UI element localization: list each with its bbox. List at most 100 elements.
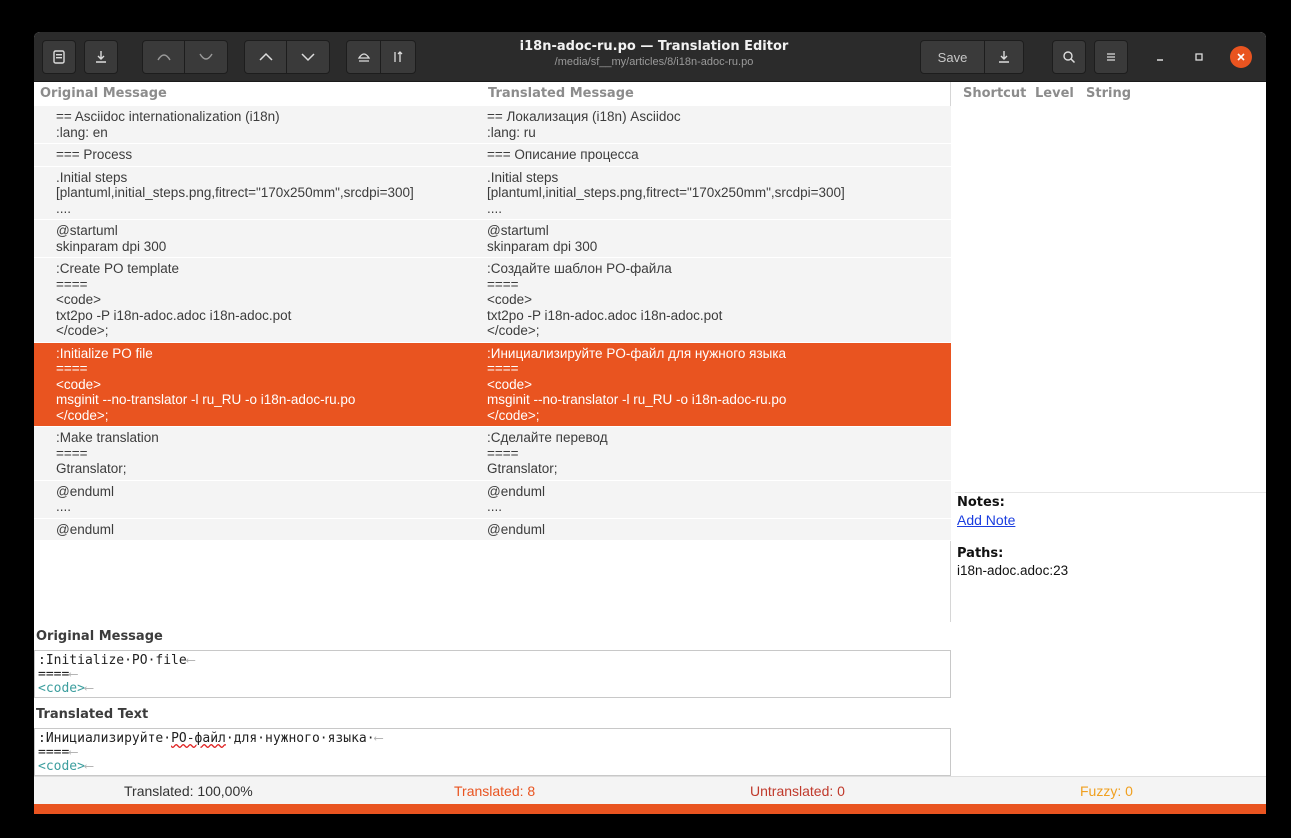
message-row[interactable]: == Asciidoc internationalization (i18n) … [34,106,951,144]
undo-redo-group [142,40,228,74]
misc-group [346,40,416,74]
original-cell: :Initialize PO file ==== <code> msginit … [56,345,356,423]
translated-cell: :Создайте шаблон PO-файла ==== <code> tx… [487,261,723,338]
message-row[interactable]: @startuml skinparam dpi 300 @startuml ski… [34,220,951,258]
translated-text-label: Translated Text [36,707,149,722]
column-header-translated[interactable]: Translated Message [488,86,634,101]
newline-icon: ⟵ [84,759,93,774]
message-rows: == Asciidoc internationalization (i18n) … [34,106,951,541]
message-row[interactable]: @enduml .... @enduml .... [34,480,951,519]
column-header-shortcut[interactable]: Shortcut [963,86,1026,101]
window-subtitle: /media/sf__my/articles/8/i18n-adoc-ru.po [554,56,754,68]
translated-cell: @enduml [487,521,545,537]
sort-button[interactable] [381,41,415,73]
previous-message-button[interactable] [245,41,287,73]
app-window: i18n-adoc-ru.po — Translation Editor /me… [34,32,1266,814]
minimize-icon [1157,59,1163,61]
message-row[interactable]: @enduml @enduml [34,518,951,541]
navigate-group [244,40,330,74]
paths-title: Paths: [957,546,1004,561]
translated-count: Translated: 8 [454,783,536,799]
translated-text-editor[interactable]: :Инициализируйте·PO-файл·для·нужного·язы… [34,728,951,776]
message-row[interactable]: === Process === Описание процесса [34,144,951,167]
chevron-up-icon [258,52,273,61]
original-message-label: Original Message [36,629,163,644]
original-cell: @startuml skinparam dpi 300 [56,223,167,254]
search-button[interactable] [1052,40,1086,74]
pin-button[interactable] [347,41,382,73]
original-cell: @enduml [56,521,114,537]
sort-icon [394,51,403,62]
original-cell: .Initial steps [plantuml,initial_steps.p… [56,169,414,216]
close-icon [1237,53,1245,61]
translated-cell: === Описание процесса [487,147,639,162]
open-file-button[interactable] [42,40,76,74]
column-header-string[interactable]: String [1086,86,1131,101]
original-text-line: ==== [38,667,70,682]
message-list[interactable]: Original Message Translated Message == A… [34,82,951,622]
message-row[interactable]: :Initialize PO file ==== <code> msginit … [34,342,951,427]
spellcheck-word[interactable]: PO-файл [171,731,226,746]
translated-cell: @enduml .... [487,483,545,515]
undo-arc-icon [156,54,171,61]
translated-cell: :Сделайте перевод ==== Gtranslator; [487,430,608,476]
newline-icon: ⟵ [69,667,78,682]
original-cell: :Make translation ==== Gtranslator; [56,430,159,476]
original-cell: === Process [56,147,133,162]
path-value: i18n-adoc.adoc:23 [957,563,1069,578]
original-text-line: <code> [38,681,85,696]
progress-strip [34,804,1266,814]
maximize-button[interactable] [1190,48,1208,66]
translated-text-line: ==== [38,745,70,760]
window-title-block: i18n-adoc-ru.po — Translation Editor /me… [454,39,854,68]
newline-icon: ⟵ [69,745,78,760]
minimize-button[interactable] [1151,48,1169,66]
newline-icon: ⟵ [84,681,93,696]
redo-button[interactable] [185,41,227,73]
notes-title: Notes: [957,495,1005,510]
hamburger-menu-icon [1107,53,1115,61]
status-bar: Translated: 100,00% Translated: 8 Untran… [34,776,1266,804]
save-down-button[interactable] [84,40,118,74]
main-menu-button[interactable] [1094,40,1128,74]
add-note-link[interactable]: Add Note [957,512,1015,528]
message-row[interactable]: :Make translation ==== Gtranslator; :Сдел… [34,427,951,481]
translated-cell: == Локализация (i18n) Asciidoc :lang: ru [487,109,681,140]
message-row[interactable]: :Create PO template ==== <code> txt2po -… [34,258,951,343]
chevron-down-icon [301,53,315,62]
message-row[interactable]: .Initial steps [plantuml,initial_steps.p… [34,166,951,220]
redo-arc-icon [199,53,213,60]
download-arrow-icon [999,51,1009,63]
maximize-icon [1195,53,1203,61]
side-divider [955,492,1266,493]
untranslated-count: Untranslated: 0 [750,783,845,799]
fuzzy-count: Fuzzy: 0 [1080,783,1133,799]
original-cell: == Asciidoc internationalization (i18n) … [56,109,280,140]
eject-icon [357,53,370,62]
translated-cell: .Initial steps [plantuml,initial_steps.p… [487,169,845,216]
original-message-view[interactable]: :Initialize·PO·file⟵ ====⟵ <code>⟵ [34,650,951,698]
translated-text-line: ·для·нужного·языка· [225,731,375,746]
search-icon [1063,51,1076,64]
original-cell: @enduml .... [56,483,114,515]
download-arrow-icon [96,51,106,63]
translated-text-line: <code> [38,759,85,774]
header-bar: i18n-adoc-ru.po — Translation Editor /me… [34,32,1266,82]
save-button[interactable]: Save [921,41,985,73]
translated-cell: :Инициализируйте PO-файл для нужного язы… [487,345,787,423]
column-header-level[interactable]: Level [1035,86,1074,101]
next-message-button[interactable] [287,41,329,73]
column-header-original[interactable]: Original Message [40,86,167,101]
save-options-button[interactable] [985,41,1023,73]
close-button[interactable] [1230,46,1252,68]
newline-icon: ⟵ [186,653,195,668]
original-cell: :Create PO template ==== <code> txt2po -… [56,261,292,338]
translated-percent: Translated: 100,00% [124,783,253,799]
window-title: i18n-adoc-ru.po — Translation Editor [519,39,789,54]
side-panel: Shortcut Level String Notes: Add Note Pa… [955,82,1266,776]
translated-text-line: :Инициализируйте· [38,731,172,746]
save-group: Save [920,40,1024,74]
original-text-line: :Initialize·PO·file [38,653,187,668]
newline-icon: ⟵ [374,731,383,746]
undo-button[interactable] [143,41,185,73]
